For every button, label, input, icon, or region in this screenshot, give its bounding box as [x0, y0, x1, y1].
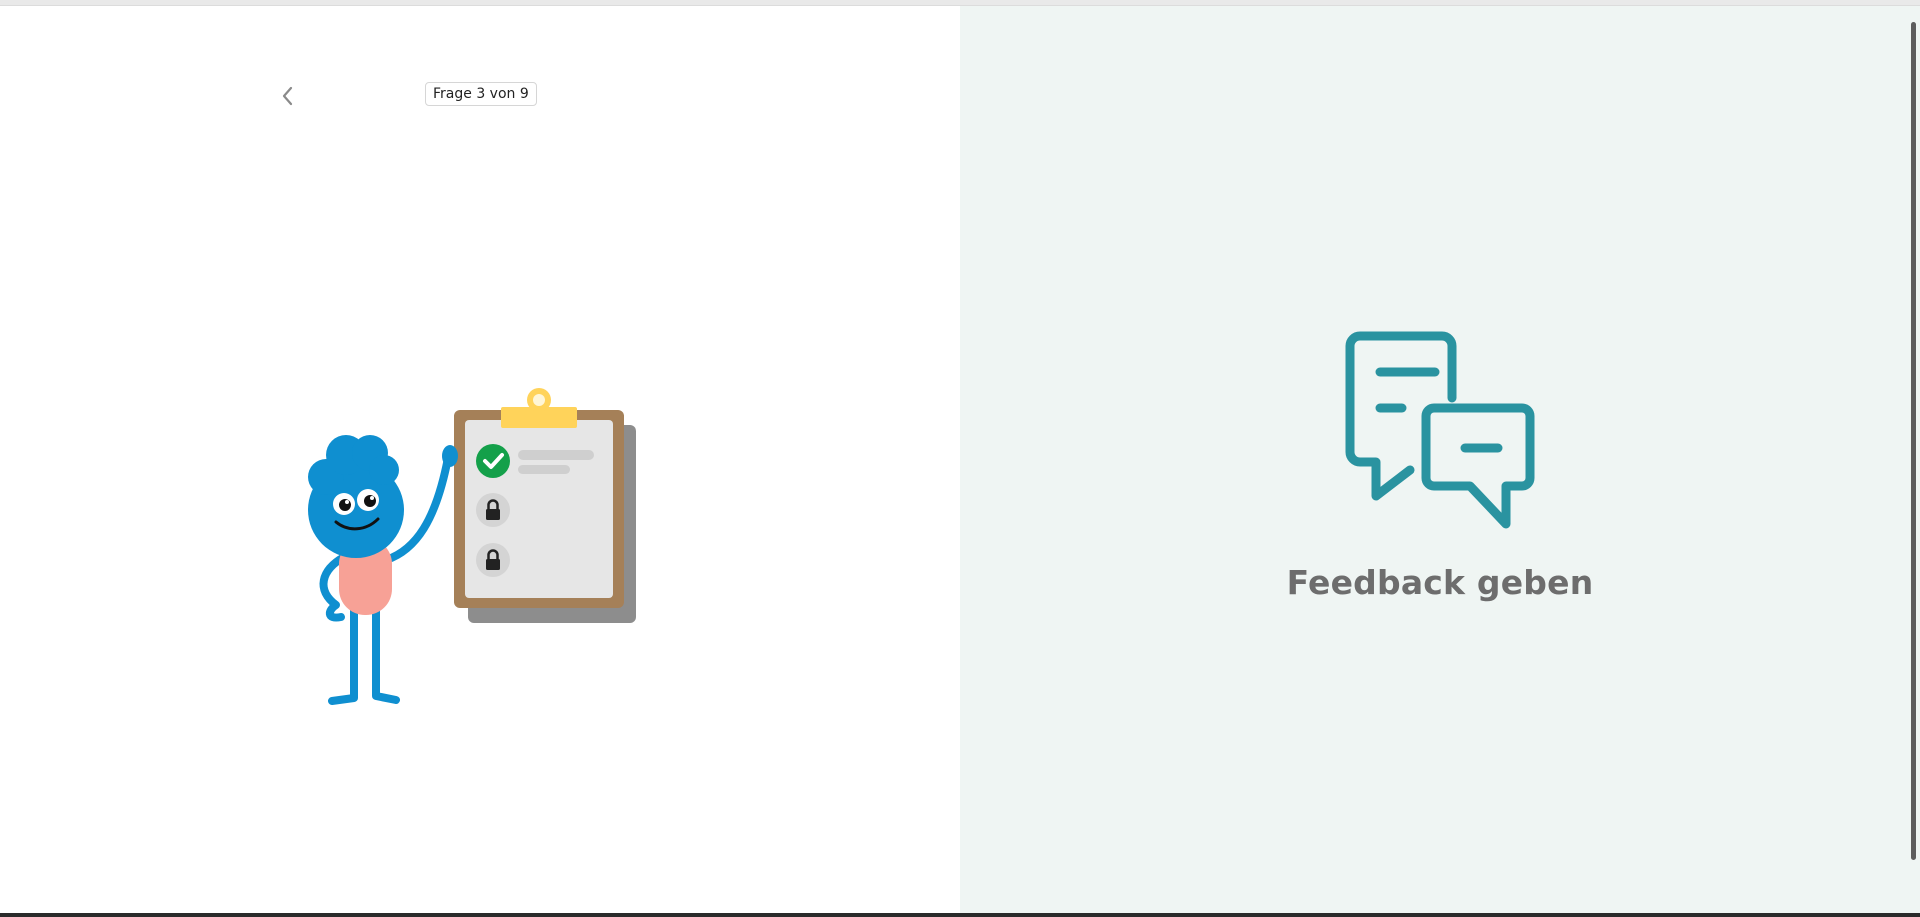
window-bottom-edge [0, 913, 1920, 917]
scrollbar[interactable] [1911, 22, 1916, 860]
feedback-button-label[interactable]: Feedback geben [1240, 563, 1640, 602]
question-progress-badge: Frage 3 von 9 [425, 82, 537, 106]
character-clipboard-illustration [308, 388, 636, 705]
chat-bubbles-icon[interactable] [1340, 330, 1540, 530]
chevron-left-icon [282, 86, 293, 106]
back-button[interactable] [272, 80, 304, 112]
